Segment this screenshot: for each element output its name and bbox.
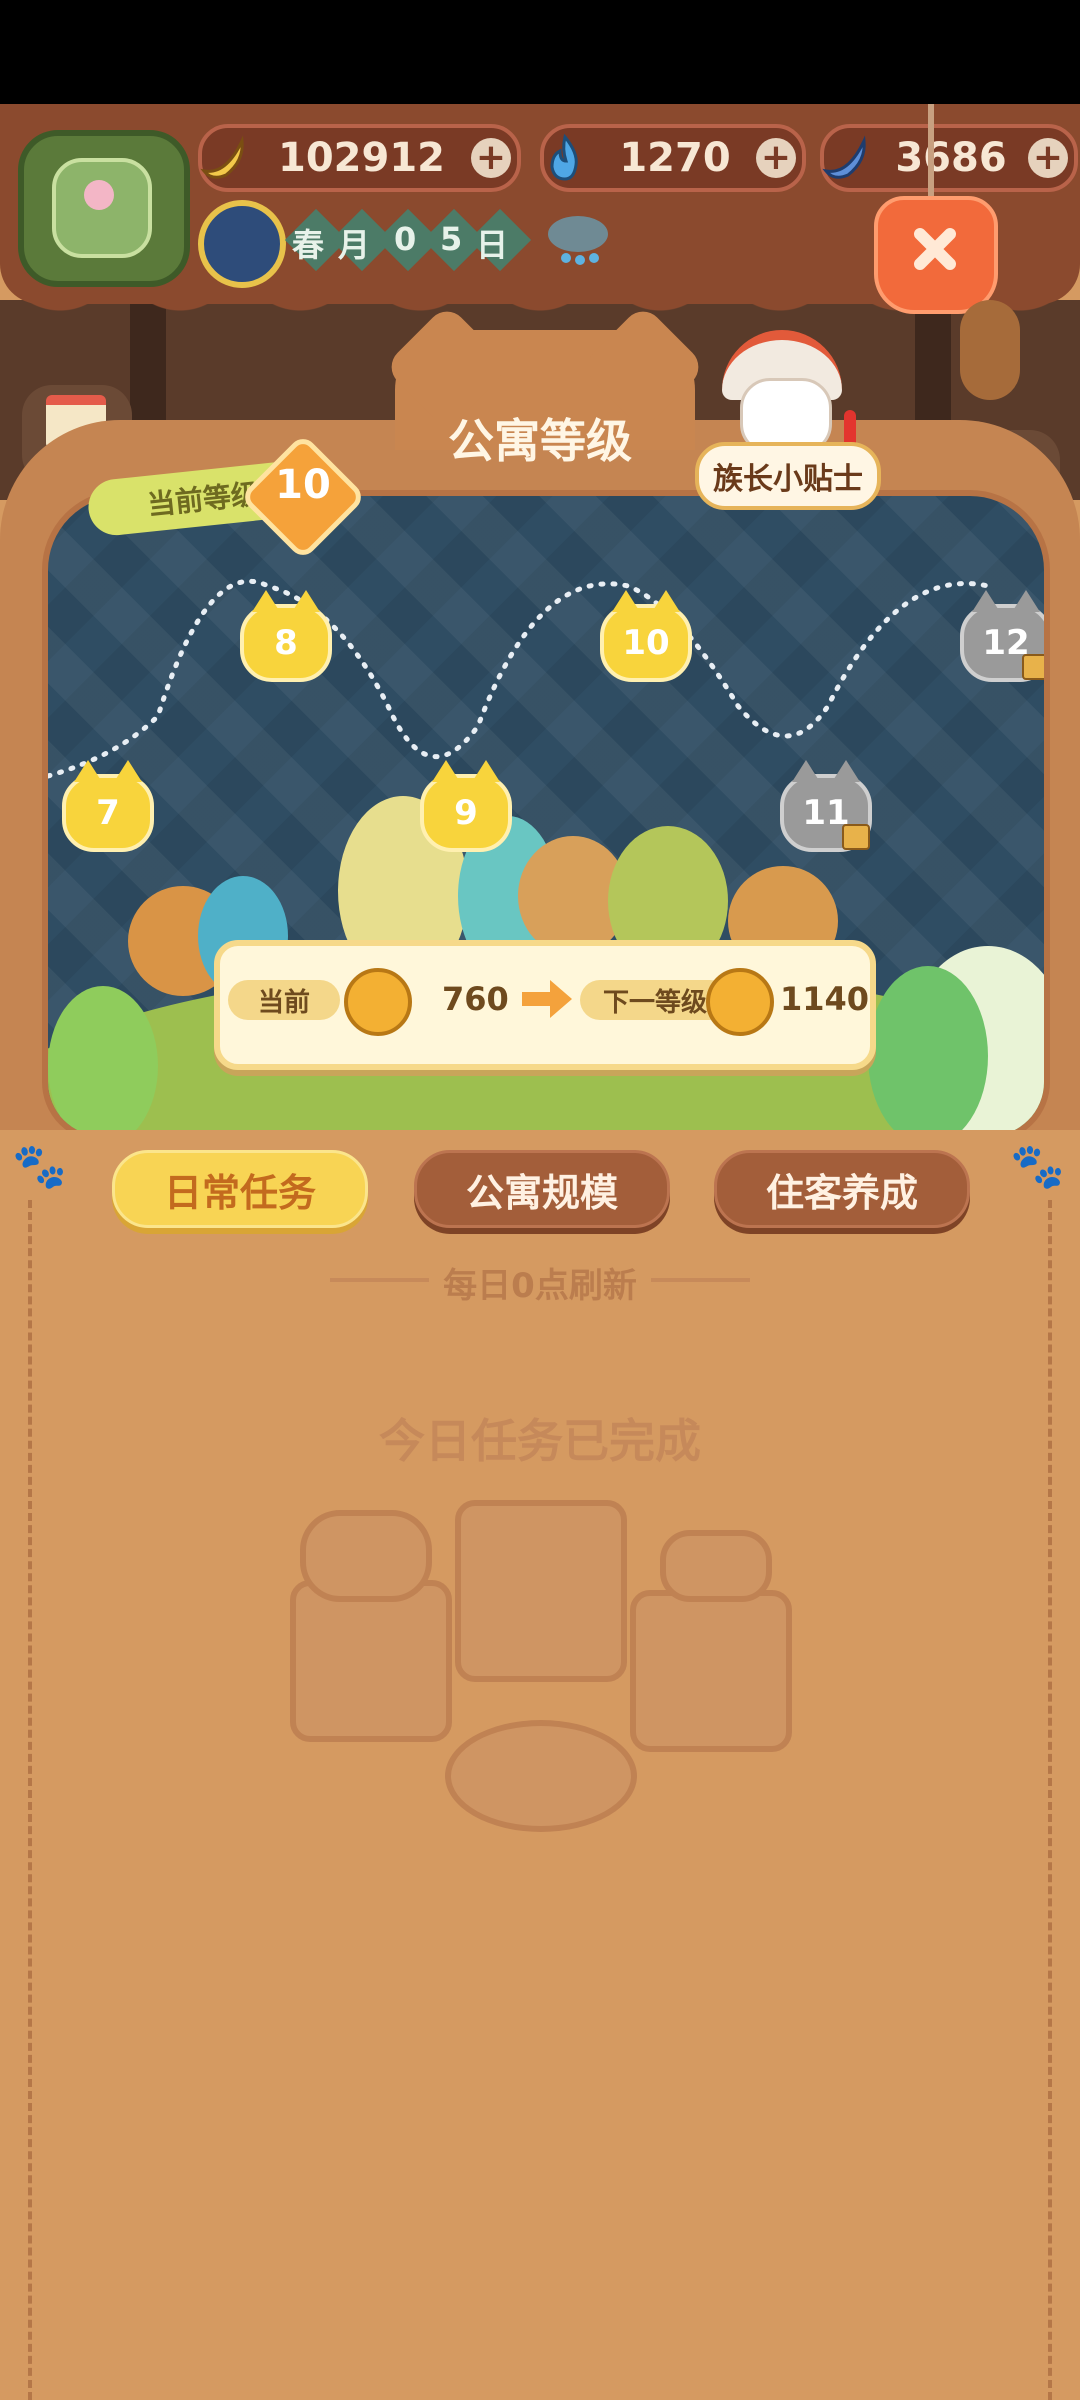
level-node-10[interactable]: 10	[600, 590, 692, 682]
chef-hat-icon	[300, 1510, 432, 1602]
clock-icon[interactable]	[198, 200, 286, 288]
date-digit: 5	[440, 220, 463, 258]
lock-icon	[1022, 654, 1044, 680]
next-value: 1140	[780, 980, 870, 1018]
tab-resident-growth[interactable]: 住客养成	[714, 1150, 970, 1228]
current-label-text: 当前	[257, 987, 310, 1018]
date-season: 春	[292, 226, 325, 264]
date-display: 春 月 0 5 日	[284, 208, 532, 272]
bow-character-icon	[630, 1590, 792, 1752]
level-number: 10	[622, 623, 670, 663]
level-number: 7	[96, 793, 120, 833]
dashed-border	[28, 1200, 32, 2400]
tree-decoration	[48, 986, 158, 1136]
status-bar	[0, 0, 1080, 104]
bow-icon	[660, 1530, 772, 1602]
blue-banana-count: 3686	[895, 135, 1007, 181]
level-node-7[interactable]: 7	[62, 760, 154, 852]
dashed-border	[1048, 1200, 1052, 2400]
level-number: 8	[274, 623, 298, 663]
tips-label: 族长小贴士	[713, 462, 863, 497]
blue-flame-icon	[536, 129, 594, 187]
tasks-completed-text: 今日任务已完成	[379, 1414, 701, 1468]
hanging-string	[928, 104, 934, 204]
level-node-8[interactable]: 8	[240, 590, 332, 682]
tab-label: 住客养成	[765, 1170, 918, 1215]
current-level-text: 当前等级	[145, 477, 261, 522]
bag-character-icon	[455, 1500, 627, 1682]
pot-icon	[445, 1720, 637, 1832]
current-label: 当前	[228, 980, 340, 1020]
level-node-11[interactable]: 11	[780, 760, 872, 852]
cat-coin-icon	[344, 968, 412, 1036]
level-node-9[interactable]: 9	[420, 760, 512, 852]
blue-banana-icon	[816, 129, 874, 187]
add-blue-banana-button[interactable]: +	[1028, 138, 1068, 178]
date-digit: 0	[394, 220, 417, 258]
chief-tips-button[interactable]: 族长小贴士	[695, 442, 881, 510]
resource-fire: 1270 +	[540, 124, 806, 192]
page-title: 公寓等级	[448, 414, 632, 468]
side-decoration	[960, 300, 1020, 400]
rain-cloud-icon	[542, 210, 614, 270]
add-fire-button[interactable]: +	[756, 138, 796, 178]
paw-icon: 🐾	[1010, 1141, 1065, 1192]
date-day: 日	[476, 226, 509, 264]
current-level-number: 10	[275, 462, 331, 508]
progress-card: 当前 760 下一等级 1140	[214, 940, 876, 1070]
level-number: 9	[454, 793, 478, 833]
tab-label: 公寓规模	[465, 1170, 618, 1215]
avatar-wreath[interactable]	[18, 130, 190, 287]
tab-daily-tasks[interactable]: 日常任务	[112, 1150, 368, 1228]
current-value: 760	[442, 980, 509, 1018]
refresh-text: 每日0点刷新	[429, 1266, 651, 1306]
refresh-note: 每日0点刷新	[330, 1258, 750, 1307]
tab-label: 日常任务	[163, 1170, 316, 1215]
arrow-right-icon	[520, 976, 574, 1022]
resource-blue-banana: 3686 +	[820, 124, 1078, 192]
add-banana-button[interactable]: +	[471, 138, 511, 178]
banana-icon	[194, 129, 252, 187]
paw-icon: 🐾	[12, 1141, 67, 1192]
next-level-text: 下一等级	[602, 987, 707, 1018]
tab-apartment-scale[interactable]: 公寓规模	[414, 1150, 670, 1228]
fire-count: 1270	[619, 135, 731, 181]
empty-state-illustration	[280, 1490, 800, 1832]
chef-character-icon	[290, 1580, 452, 1742]
cat-coin-icon	[706, 968, 774, 1036]
chief-character[interactable]	[712, 330, 862, 454]
date-month: 月	[338, 226, 371, 264]
flower-icon	[84, 180, 114, 210]
resource-banana: 102912 +	[198, 124, 521, 192]
tree-decoration	[868, 966, 988, 1136]
banana-count: 102912	[278, 135, 445, 181]
level-node-12[interactable]: 12	[960, 590, 1044, 682]
lock-icon	[842, 824, 870, 850]
close-icon	[912, 226, 958, 272]
close-button[interactable]	[874, 196, 998, 314]
